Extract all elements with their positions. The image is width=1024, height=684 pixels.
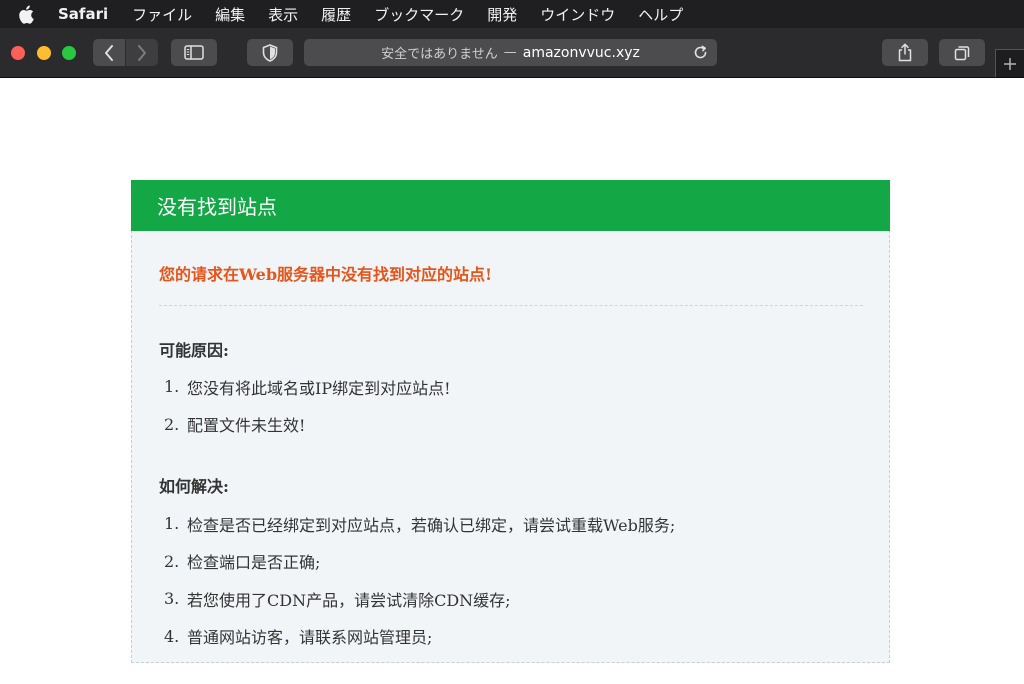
share-icon (898, 43, 912, 62)
list-text: 配置文件未生效! (187, 416, 306, 436)
zoom-window-button[interactable] (62, 46, 76, 60)
list-number: 1. (164, 377, 180, 397)
menu-safari[interactable]: Safari (58, 5, 108, 23)
reasons-title: 可能原因: (159, 341, 229, 360)
list-text: 若您使用了CDN产品，请尝试清除CDN缓存; (187, 590, 511, 610)
close-window-button[interactable] (11, 46, 25, 60)
new-tab-button[interactable] (995, 49, 1024, 77)
list-number: 3. (164, 589, 180, 609)
plus-icon (1004, 57, 1016, 70)
error-message: 您的请求在Web服务器中没有找到对应的站点! (159, 265, 493, 284)
back-icon (105, 44, 113, 61)
list-number: 2. (164, 551, 180, 571)
back-button[interactable] (93, 39, 125, 66)
browser-toolbar: 安全ではありません — amazonvvuc.xyz (0, 28, 1024, 78)
forward-button[interactable] (126, 39, 158, 66)
error-panel: 没有找到站点 您的请求在Web服务器中没有找到对应的站点! 可能原因: 1. 您… (131, 180, 890, 663)
solutions-list: 1. 检查是否已经绑定到对应站点，若确认已绑定，请尝试重载Web服务; 2. 检… (159, 505, 675, 655)
tabs-icon (954, 45, 970, 60)
list-text: 普通网站访客，请联系网站管理员; (187, 628, 433, 648)
menu-help[interactable]: ヘルプ (638, 4, 683, 25)
share-button[interactable] (882, 39, 928, 66)
address-separator: — (503, 45, 517, 60)
list-item: 2. 检查端口是否正确; (159, 543, 675, 581)
divider (159, 305, 863, 306)
list-item: 3. 若您使用了CDN产品，请尝试清除CDN缓存; (159, 580, 675, 618)
list-number: 4. (164, 626, 180, 646)
menu-edit[interactable]: 編集 (215, 4, 245, 25)
menu-file[interactable]: ファイル (132, 4, 192, 25)
reasons-list: 1. 您没有将此域名或IP绑定到对应站点! 2. 配置文件未生效! (159, 368, 451, 443)
menu-history[interactable]: 履歴 (321, 4, 351, 25)
list-item: 1. 您没有将此域名或IP绑定到对应站点! (159, 368, 451, 406)
menu-bar: Safari ファイル 編集 表示 履歴 ブックマーク 開発 ウインドウ ヘルプ (0, 0, 1024, 28)
sidebar-button[interactable] (171, 39, 217, 66)
list-item: 2. 配置文件未生效! (159, 406, 451, 444)
sidebar-icon (184, 45, 204, 60)
list-number: 2. (164, 414, 180, 434)
address-domain: amazonvvuc.xyz (522, 44, 640, 61)
list-text: 检查端口是否正确; (187, 553, 321, 573)
apple-icon[interactable] (18, 4, 36, 24)
menu-bookmarks[interactable]: ブックマーク (374, 4, 464, 25)
list-number: 1. (164, 514, 180, 534)
minimize-window-button[interactable] (37, 46, 51, 60)
forward-icon (138, 44, 146, 61)
list-item: 4. 普通网站访客，请联系网站管理员; (159, 618, 675, 656)
tab-overview-button[interactable] (939, 39, 985, 66)
address-bar[interactable]: 安全ではありません — amazonvvuc.xyz (304, 39, 717, 66)
list-item: 1. 检查是否已经绑定到对应站点，若确认已绑定，请尝试重载Web服务; (159, 505, 675, 543)
menu-window[interactable]: ウインドウ (540, 4, 615, 25)
reload-icon[interactable] (692, 44, 709, 61)
privacy-report-button[interactable] (247, 39, 293, 66)
menu-develop[interactable]: 開発 (487, 4, 517, 25)
panel-header: 没有找到站点 (131, 180, 890, 231)
insecure-label: 安全ではありません (381, 47, 498, 62)
list-text: 您没有将此域名或IP绑定到对应站点! (187, 378, 451, 398)
shield-icon (262, 43, 278, 62)
menu-view[interactable]: 表示 (268, 4, 298, 25)
list-text: 检查是否已经绑定到对应站点，若确认已绑定，请尝试重载Web服务; (187, 515, 676, 535)
solutions-title: 如何解决: (159, 477, 229, 496)
